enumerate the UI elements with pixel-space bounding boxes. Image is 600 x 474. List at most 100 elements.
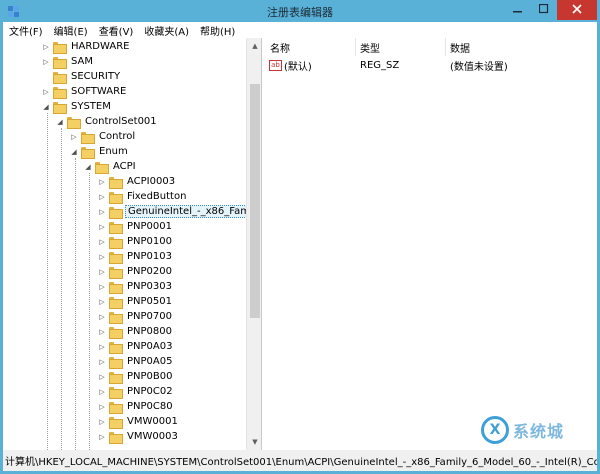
scroll-up-icon[interactable]: ▲ [247,38,261,54]
tree-item[interactable]: ▷ PNP0200 [97,264,174,279]
expand-arrow-icon[interactable] [41,69,51,84]
maximize-button[interactable] [531,0,557,20]
tree-item-label: PNP0B00 [127,371,173,382]
column-header-name[interactable]: 名称 [266,38,356,56]
maximize-icon [538,3,549,17]
tree-item[interactable]: ▷ PNP0001 [97,219,174,234]
tree-item-label: SOFTWARE [71,86,127,97]
tree-item[interactable]: ▷ PNP0A05 [97,354,174,369]
expand-arrow-icon[interactable]: ▷ [41,54,51,69]
folder-icon [109,251,123,264]
folder-icon [53,71,67,84]
tree-item-selected[interactable]: ▷ GenuineIntel_-_x86_Family_6_ [97,204,261,219]
tree-item[interactable]: SECURITY [41,69,122,84]
expand-arrow-icon[interactable]: ▷ [97,264,107,279]
minimize-icon [513,4,523,17]
title-bar[interactable]: 注册表编辑器 [0,0,600,22]
scrollbar-thumb[interactable] [250,84,260,318]
column-header-data[interactable]: 数据 [446,38,597,56]
tree-item[interactable]: ▷ VMW0003 [97,429,180,444]
key-tree-pane[interactable]: ▷ HARDWARE ▷ SAM SECURITY ▷ SOFTWARE ◢ SYSTE… [3,38,262,450]
status-path: 计算机\HKEY_LOCAL_MACHINE\SYSTEM\ControlSet… [5,457,597,468]
tree-scrollbar[interactable]: ▲ ▼ [246,38,261,450]
tree-guide-line [61,128,62,450]
tree-item[interactable]: ▷ FixedButton [97,189,188,204]
menu-file[interactable]: 文件(F) [9,23,43,38]
tree-item[interactable]: ▷ VMW0001 [97,414,180,429]
folder-icon [109,281,123,294]
tree-item[interactable]: ▷ ACPI0003 [97,174,177,189]
close-icon [572,3,582,17]
menu-view[interactable]: 查看(V) [99,23,134,38]
tree-item[interactable]: ▷ PNP0303 [97,279,174,294]
collapse-arrow-icon[interactable]: ◢ [83,159,93,174]
tree-item[interactable]: ▷ PNP0103 [97,249,174,264]
tree-item[interactable]: ◢ ACPI [83,159,138,174]
expand-arrow-icon[interactable]: ▷ [69,129,79,144]
tree-item-label: PNP0103 [127,251,172,262]
menu-help[interactable]: 帮助(H) [200,23,235,38]
menu-edit[interactable]: 编辑(E) [54,23,88,38]
expand-arrow-icon[interactable]: ▷ [97,219,107,234]
expand-arrow-icon[interactable]: ▷ [41,39,51,54]
collapse-arrow-icon[interactable]: ◢ [55,114,65,129]
string-value-icon: ab [269,60,282,71]
expand-arrow-icon[interactable]: ▷ [97,414,107,429]
tree-item[interactable]: ▷ PNP0B00 [97,369,175,384]
collapse-arrow-icon[interactable]: ◢ [41,99,51,114]
expand-arrow-icon[interactable]: ▷ [97,399,107,414]
tree-item[interactable]: ◢ SYSTEM [41,99,113,114]
close-button[interactable] [557,0,597,20]
column-header-type[interactable]: 类型 [356,38,446,56]
tree-item[interactable]: ▷ PNP0C80 [97,399,175,414]
expand-arrow-icon[interactable]: ▷ [97,309,107,324]
expand-arrow-icon[interactable]: ▷ [97,279,107,294]
tree-item[interactable]: ▷ HARDWARE [41,39,131,54]
expand-arrow-icon[interactable]: ▷ [97,369,107,384]
folder-icon [95,161,109,174]
folder-icon [67,116,81,129]
collapse-arrow-icon[interactable]: ◢ [69,144,79,159]
tree-item[interactable]: ▷ PNP0A03 [97,339,174,354]
expand-arrow-icon[interactable]: ▷ [97,204,107,219]
watermark-logo-icon: X [481,416,509,444]
tree-item-label: FixedButton [127,191,187,202]
tree-item-label: PNP0001 [127,221,172,232]
tree-item[interactable]: ▷ PNP0800 [97,324,174,339]
watermark-text: 系统城 [513,422,565,441]
tree-guide-line [89,173,90,450]
value-list-pane[interactable]: 名称 类型 数据 ab (默认) REG_SZ (数值未设置) X 系统城 [266,38,597,450]
minimize-button[interactable] [505,0,531,20]
value-row-name[interactable]: ab (默认) [269,58,355,73]
expand-arrow-icon[interactable]: ▷ [97,429,107,444]
tree-item-label: PNP0A05 [127,356,173,367]
tree-item[interactable]: ▷ Control [69,129,137,144]
expand-arrow-icon[interactable]: ▷ [97,234,107,249]
tree-item[interactable]: ▷ PNP0100 [97,234,174,249]
tree-item[interactable]: ▷ PNP0700 [97,309,174,324]
folder-icon [109,416,123,429]
tree-item[interactable]: ▷ SOFTWARE [41,84,128,99]
expand-arrow-icon[interactable]: ▷ [97,174,107,189]
expand-arrow-icon[interactable]: ▷ [97,294,107,309]
folder-icon [81,131,95,144]
scroll-down-icon[interactable]: ▼ [247,434,261,450]
tree-item-label: VMW0003 [127,431,178,442]
expand-arrow-icon[interactable]: ▷ [97,249,107,264]
expand-arrow-icon[interactable]: ▷ [97,354,107,369]
expand-arrow-icon[interactable]: ▷ [97,384,107,399]
menu-favorites[interactable]: 收藏夹(A) [144,23,189,38]
tree-item-label: PNP0C02 [127,386,173,397]
tree-item[interactable]: ▷ SAM [41,54,95,69]
tree-item-label: PNP0A03 [127,341,173,352]
tree-item[interactable]: ▷ PNP0501 [97,294,174,309]
expand-arrow-icon[interactable]: ▷ [97,339,107,354]
tree-item[interactable]: ◢ Enum [69,144,130,159]
watermark: X 系统城 [481,410,599,450]
expand-arrow-icon[interactable]: ▷ [97,189,107,204]
expand-arrow-icon[interactable]: ▷ [97,324,107,339]
tree-item[interactable]: ◢ ControlSet001 [55,114,159,129]
folder-icon [109,191,123,204]
expand-arrow-icon[interactable]: ▷ [41,84,51,99]
tree-item[interactable]: ▷ PNP0C02 [97,384,175,399]
